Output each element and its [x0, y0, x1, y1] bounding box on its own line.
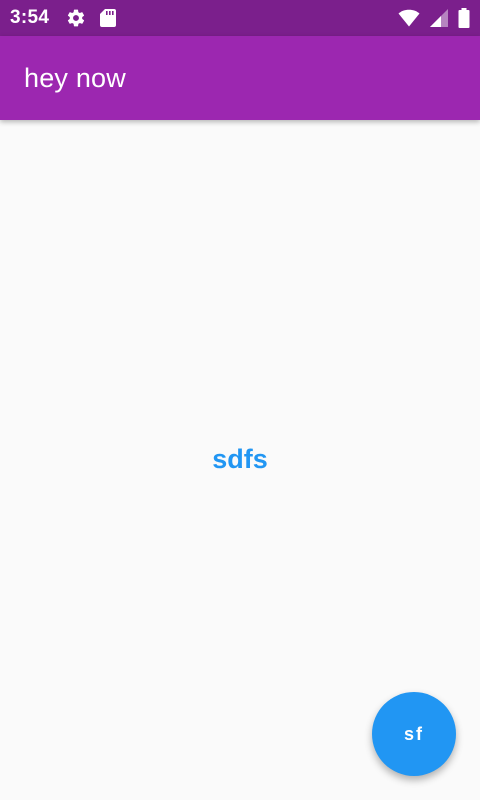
wifi-icon [398, 9, 420, 27]
status-left-icons [66, 8, 117, 28]
battery-icon [458, 8, 470, 28]
status-right-icons [398, 8, 470, 28]
status-bar: 3:54 [0, 0, 480, 36]
fab-label: sf [403, 723, 424, 744]
cell-signal-icon [429, 8, 449, 28]
gear-icon [66, 8, 86, 28]
floating-action-button[interactable]: sf [372, 692, 456, 776]
sd-card-icon [99, 8, 117, 28]
app-screen: 3:54 hey now sdfs sf [0, 0, 480, 800]
center-text: sdfs [212, 444, 268, 474]
app-bar-title: hey now [24, 62, 126, 93]
status-time: 3:54 [10, 7, 50, 28]
app-bar: hey now [0, 36, 480, 120]
